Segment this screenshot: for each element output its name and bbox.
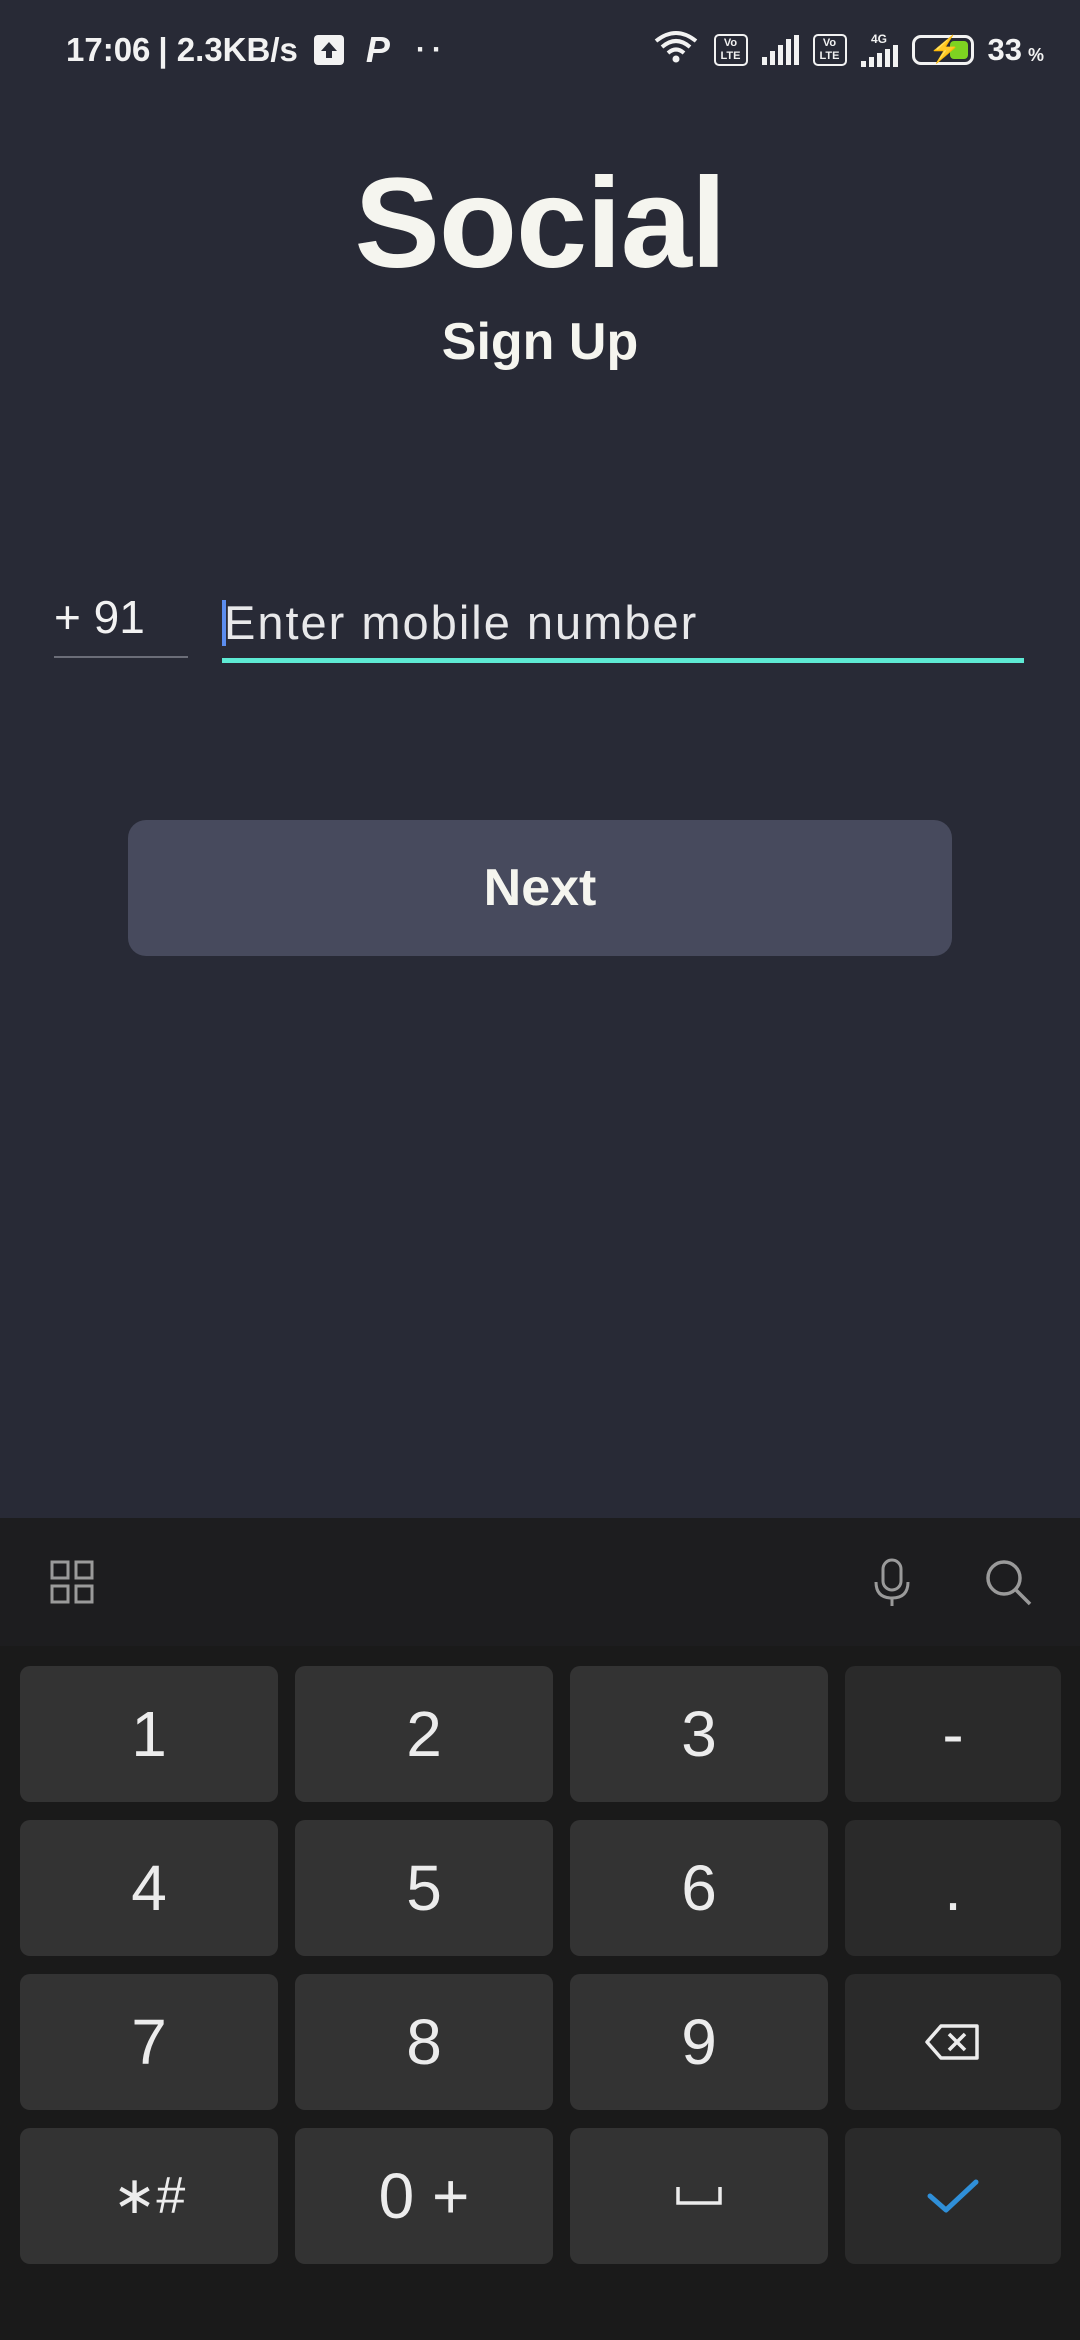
keyboard-toolbar (0, 1518, 1080, 1646)
network-type: 4G (860, 32, 898, 67)
status-right: Vo LTE Vo LTE 4G ⚡ 33 % (652, 26, 1044, 74)
grid-menu-icon[interactable] (44, 1554, 100, 1610)
key-0[interactable]: 0 + (295, 2128, 553, 2264)
wifi-icon (652, 29, 700, 71)
search-icon[interactable] (980, 1554, 1036, 1610)
text-cursor (222, 600, 226, 646)
signal-icon-2 (860, 45, 898, 67)
status-left: 17:06 | 2.3KB/s P ·· (66, 28, 448, 72)
key-2[interactable]: 2 (295, 1666, 553, 1802)
battery-icon: ⚡ (911, 34, 974, 65)
volte-icon-2: Vo LTE (812, 34, 847, 66)
signal-icon (761, 35, 799, 65)
done-key[interactable] (845, 2128, 1061, 2264)
p-app-icon: P (365, 29, 390, 70)
space-key[interactable] (570, 2128, 828, 2264)
next-button[interactable]: Next (128, 820, 952, 956)
key-6[interactable]: 6 (570, 1820, 828, 1956)
key-7[interactable]: 7 (20, 1974, 278, 2110)
battery-percent: 33 (987, 32, 1022, 67)
key-4[interactable]: 4 (20, 1820, 278, 1956)
charging-icon: ⚡ (928, 34, 961, 64)
key-dot[interactable]: . (845, 1820, 1061, 1956)
check-icon (927, 2179, 979, 2213)
key-dash[interactable]: - (845, 1666, 1061, 1802)
microphone-icon[interactable] (864, 1554, 920, 1610)
key-8[interactable]: 8 (295, 1974, 553, 2110)
country-code-field[interactable]: + 91 (54, 590, 188, 658)
status-bar: 17:06 | 2.3KB/s P ·· Vo LTE Vo LTE 4G ⚡ … (0, 0, 1080, 100)
mobile-number-input[interactable] (222, 590, 1024, 654)
mobile-number-field[interactable] (222, 590, 1024, 663)
battery-percent-sign: % (1027, 44, 1044, 65)
key-9[interactable]: 9 (570, 1974, 828, 2110)
backspace-key[interactable] (845, 1974, 1061, 2110)
status-dots: ·· (415, 33, 448, 66)
space-icon (676, 2187, 722, 2205)
status-net-speed: | 2.3KB/s (158, 31, 298, 68)
key-5[interactable]: 5 (295, 1820, 553, 1956)
network-type-label: 4G (870, 32, 887, 46)
status-time: 17:06 (66, 31, 151, 68)
key-3[interactable]: 3 (570, 1666, 828, 1802)
key-1[interactable]: 1 (20, 1666, 278, 1802)
screen-title: Sign Up (441, 313, 639, 371)
backspace-icon (925, 2024, 979, 2060)
upload-icon (313, 35, 344, 65)
numeric-keyboard: 1 2 3 - 4 5 6 . 7 8 9 ∗# 0 + (0, 1518, 1080, 2340)
key-symbols[interactable]: ∗# (20, 2128, 278, 2264)
app-title: Social (354, 152, 726, 295)
volte-icon: Vo LTE (713, 34, 748, 66)
